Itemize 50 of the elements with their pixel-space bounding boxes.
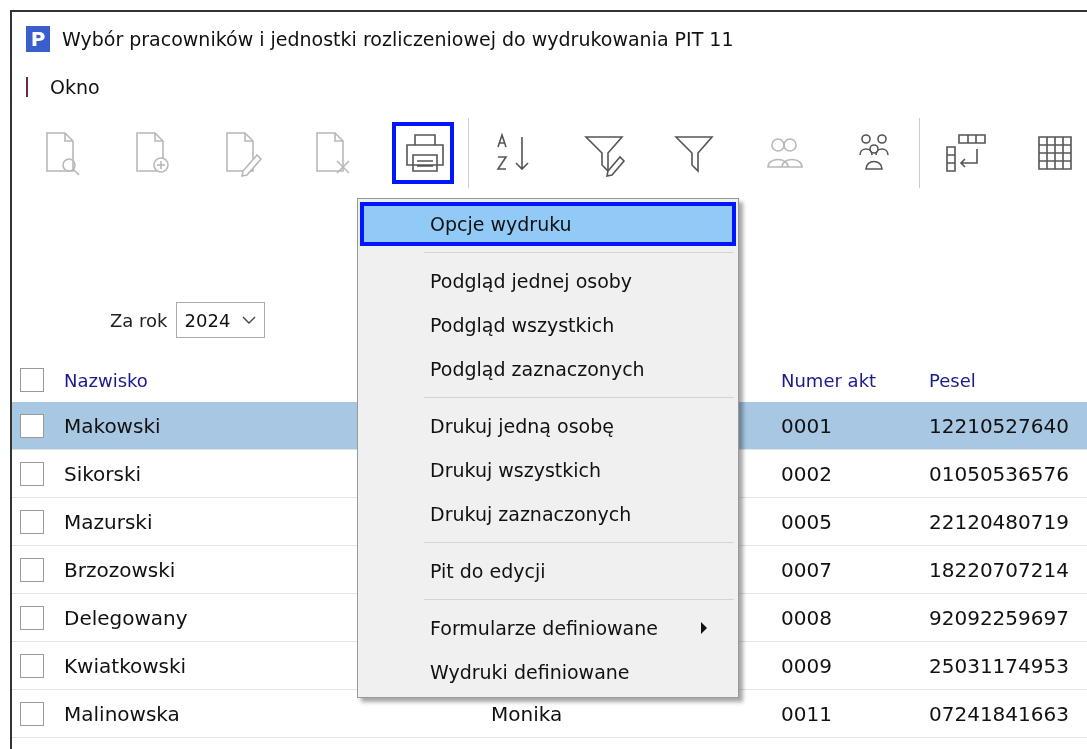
table-cell: 0011: [781, 701, 832, 726]
menu-item[interactable]: Drukuj zaznaczonych: [360, 492, 736, 536]
table-cell: 18220707214: [929, 557, 1069, 582]
table-cell: 92092259697: [929, 605, 1069, 630]
window-title: Wybór pracowników i jednostki rozliczeniowej do wydrukowania PIT 11: [62, 28, 734, 50]
table-cell: Monika: [491, 701, 563, 726]
checkbox[interactable]: [20, 509, 44, 534]
table-cell: 01050536576: [929, 461, 1069, 486]
table-cell: 0007: [781, 557, 832, 582]
menu-item[interactable]: Formularze definiowane: [360, 606, 736, 650]
submenu-arrow-icon: [700, 621, 708, 635]
menu-item[interactable]: Podgląd zaznaczonych: [360, 347, 736, 391]
table-cell: 0005: [781, 509, 832, 534]
table-cell: 0002: [781, 461, 832, 486]
table-cell: 25031174953: [929, 653, 1069, 678]
app-logo: P: [26, 26, 50, 52]
table-cell: 0001: [781, 413, 832, 438]
table-cell: Makowski: [64, 413, 161, 438]
menu-item[interactable]: Opcje wydruku: [360, 202, 736, 246]
checkbox[interactable]: [20, 605, 44, 630]
table-cell: Delegowany: [64, 605, 188, 630]
year-label: Za rok: [110, 309, 168, 331]
table-cell: Brzozowski: [64, 557, 176, 582]
table-cell: 0008: [781, 605, 832, 630]
checkbox[interactable]: [20, 557, 44, 582]
table-cell: 12210527640: [929, 413, 1069, 438]
table-cell: Sikorski: [64, 461, 142, 486]
caret-icon: [242, 315, 257, 325]
table-cell: Malinowska: [64, 701, 180, 726]
table-cell: 0009: [781, 653, 832, 678]
menu-item[interactable]: Podgląd wszystkich: [360, 303, 736, 347]
checkbox[interactable]: [20, 413, 44, 438]
table-cell: 22120480719: [929, 509, 1069, 534]
column-header[interactable]: Numer akt: [781, 369, 877, 391]
checkbox[interactable]: [20, 653, 44, 678]
checkbox[interactable]: [20, 461, 44, 486]
year-dropdown[interactable]: 2024: [175, 302, 266, 338]
table-cell: 07241841663: [929, 701, 1069, 726]
table-cell: Kwiatkowski: [64, 653, 187, 678]
menu-item[interactable]: Drukuj wszystkich: [360, 448, 736, 492]
column-header[interactable]: Pesel: [929, 369, 976, 391]
toolbar-button[interactable]: [392, 122, 454, 184]
checkbox[interactable]: [20, 701, 44, 726]
menu-item[interactable]: Okno: [50, 76, 100, 98]
menu-item[interactable]: Podgląd jednej osoby: [360, 259, 736, 303]
menu-item[interactable]: Pit do edycji: [360, 549, 736, 593]
checkbox[interactable]: [20, 368, 44, 392]
table-cell: Mazurski: [64, 509, 153, 534]
menu-item[interactable]: Drukuj jedną osobę: [360, 404, 736, 448]
column-header[interactable]: Nazwisko: [64, 369, 148, 391]
